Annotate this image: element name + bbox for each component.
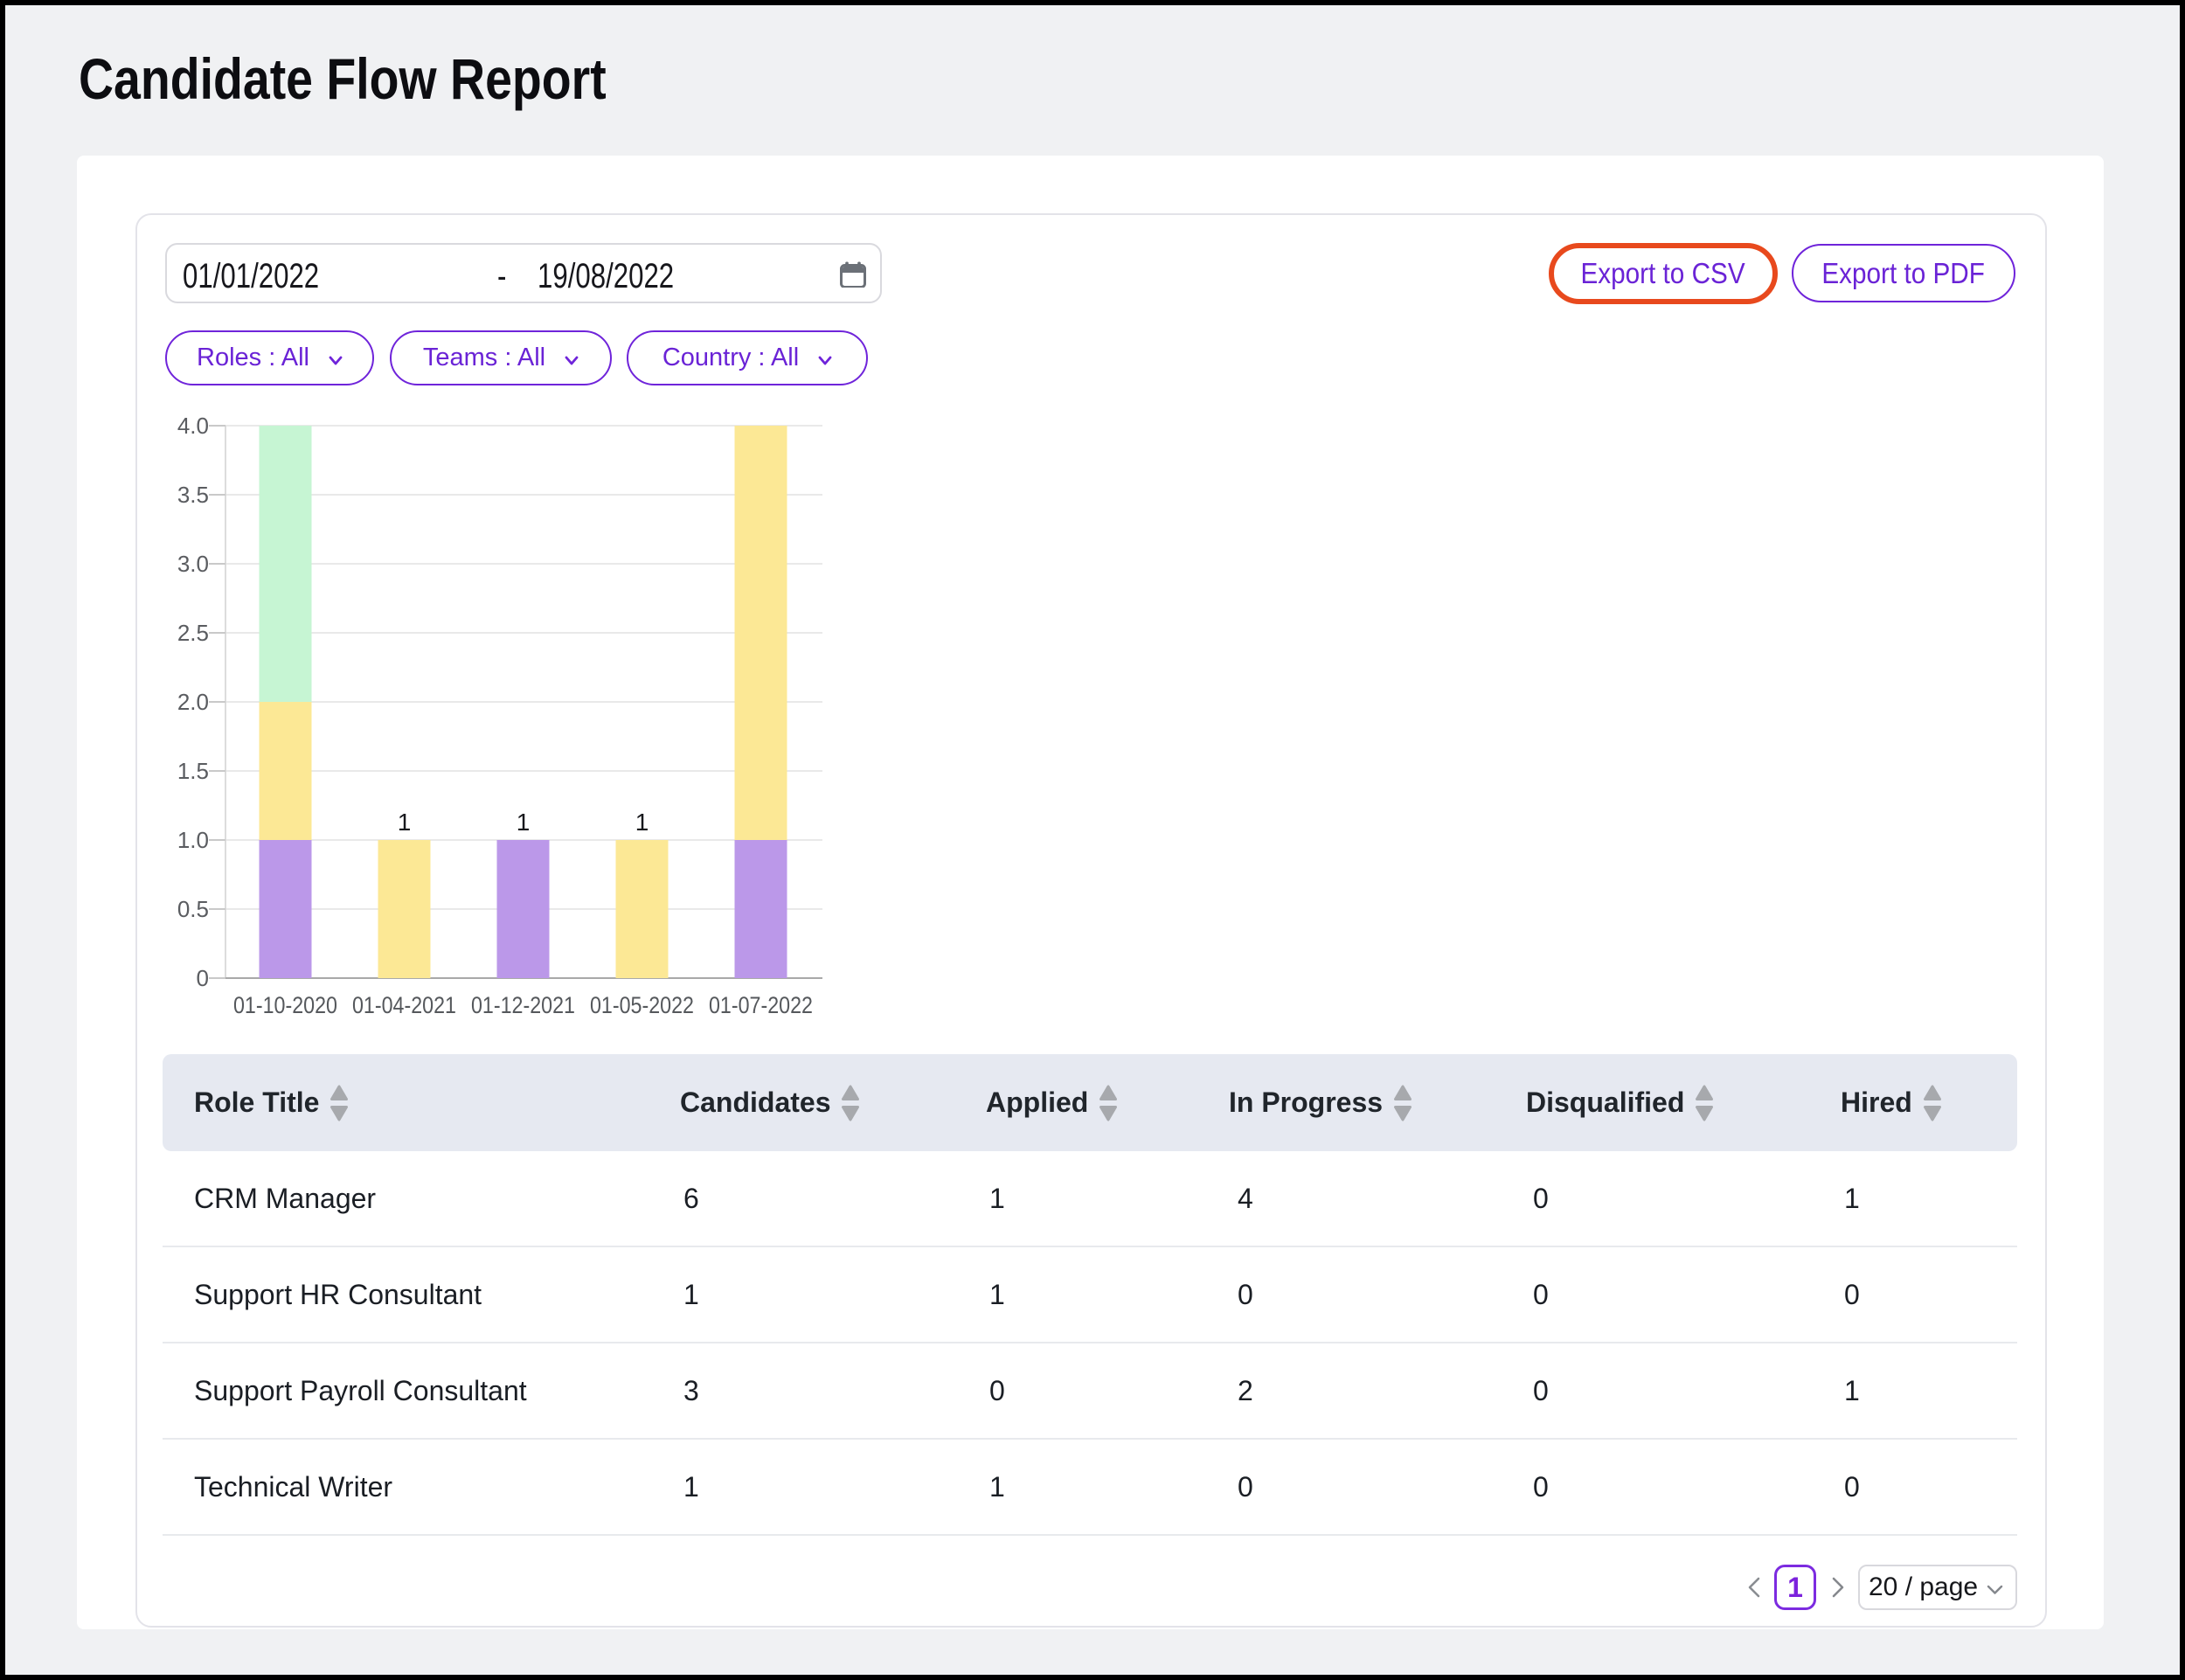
svg-text:1: 1	[398, 809, 412, 836]
svg-text:1: 1	[517, 809, 531, 836]
svg-text:1: 1	[635, 809, 649, 836]
svg-text:01-12-2021: 01-12-2021	[471, 992, 575, 1018]
svg-text:01-10-2020: 01-10-2020	[233, 992, 337, 1018]
svg-text:1.0: 1.0	[177, 827, 209, 853]
svg-text:2.5: 2.5	[177, 620, 209, 646]
svg-text:01-04-2021: 01-04-2021	[352, 992, 456, 1018]
svg-text:01-05-2022: 01-05-2022	[590, 992, 694, 1018]
svg-text:01-07-2022: 01-07-2022	[709, 992, 813, 1018]
svg-text:0.5: 0.5	[177, 896, 209, 922]
svg-text:0: 0	[197, 965, 209, 991]
svg-text:1.5: 1.5	[177, 758, 209, 784]
svg-text:4.0: 4.0	[177, 413, 209, 439]
svg-text:3.5: 3.5	[177, 482, 209, 508]
svg-text:2.0: 2.0	[177, 689, 209, 715]
svg-text:3.0: 3.0	[177, 551, 209, 577]
